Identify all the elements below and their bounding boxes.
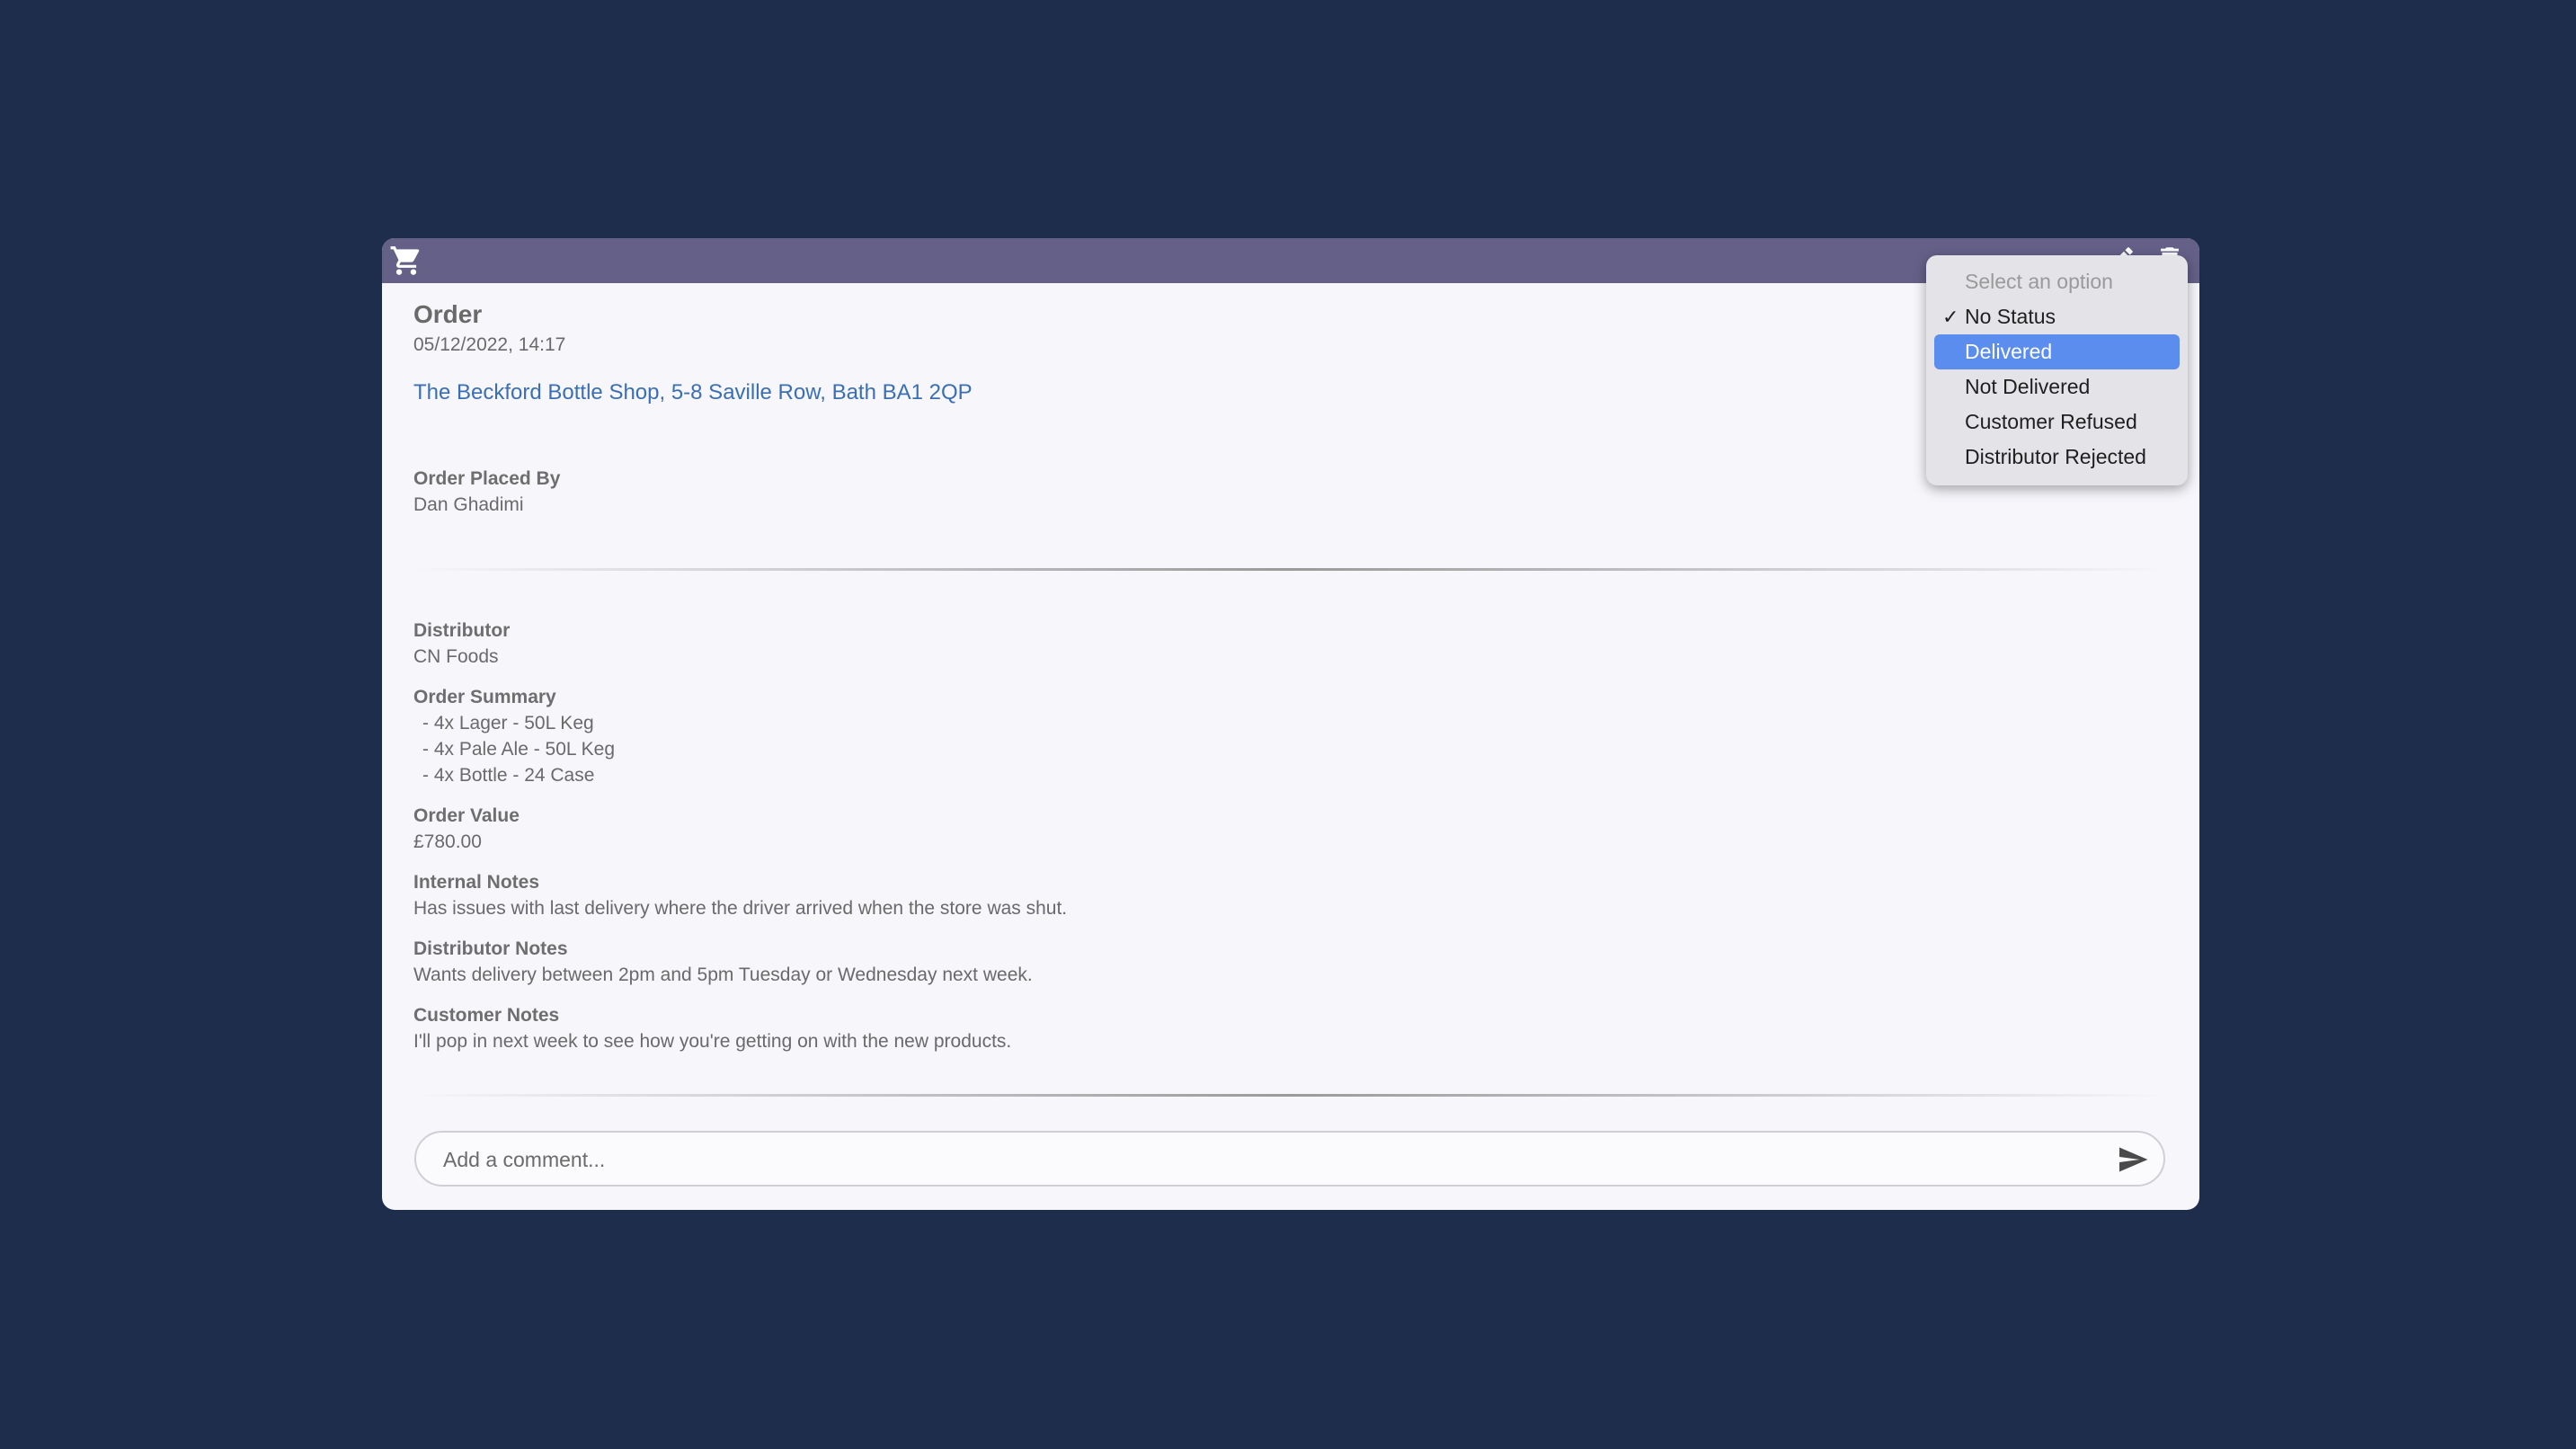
order-header-block: Order 05/12/2022, 14:17 [413, 299, 2166, 357]
order-summary-label: Order Summary [413, 687, 556, 707]
order-value-field: Order Value £780.00 [413, 804, 2166, 855]
internal-notes-field: Internal Notes Has issues with last deli… [413, 870, 2166, 921]
status-option-customer-refused[interactable]: Customer Refused [1934, 404, 2180, 440]
order-value-label: Order Value [413, 805, 520, 826]
order-summary-item: - 4x Lager - 50L Keg [422, 713, 594, 733]
customer-notes-label: Customer Notes [413, 1005, 560, 1026]
internal-notes-label: Internal Notes [413, 872, 540, 893]
distributor-notes-label: Distributor Notes [413, 938, 568, 959]
comment-input[interactable] [441, 1143, 2063, 1176]
distributor-notes-value: Wants delivery between 2pm and 5pm Tuesd… [413, 965, 1033, 985]
distributor-label: Distributor [413, 620, 511, 641]
customer-notes-field: Customer Notes I'll pop in next week to … [413, 1003, 2166, 1054]
divider [413, 1094, 2166, 1097]
placed-by-value: Dan Ghadimi [413, 494, 524, 515]
distributor-notes-field: Distributor Notes Wants delivery between… [413, 937, 2166, 988]
status-option-placeholder: Select an option [1965, 270, 2113, 293]
comment-bar [414, 1131, 2165, 1187]
status-option-distributor-rejected[interactable]: Distributor Rejected [1934, 440, 2180, 475]
status-option-no-status[interactable]: ✓ No Status [1934, 299, 2180, 334]
status-option-not-delivered[interactable]: Not Delivered [1934, 369, 2180, 404]
distributor-field: Distributor CN Foods [413, 618, 2166, 670]
order-details: Distributor CN Foods Order Summary - 4x … [413, 618, 2166, 1070]
internal-notes-value: Has issues with last delivery where the … [413, 898, 1068, 919]
order-summary-item: - 4x Bottle - 24 Case [422, 765, 595, 786]
placed-by-label: Order Placed By [413, 468, 561, 489]
status-dropdown-menu: Select an option ✓ No Status Delivered N… [1926, 255, 2188, 485]
order-placed-by: Order Placed By Dan Ghadimi [413, 467, 560, 518]
order-date: 05/12/2022, 14:17 [413, 334, 566, 355]
distributor-value: CN Foods [413, 646, 499, 667]
order-summary-field: Order Summary - 4x Lager - 50L Keg - 4x … [413, 685, 2166, 788]
divider [413, 568, 2166, 571]
order-value-amount: £780.00 [413, 831, 482, 852]
send-icon[interactable] [2115, 1143, 2151, 1176]
order-address-link[interactable]: The Beckford Bottle Shop, 5-8 Saville Ro… [413, 379, 973, 406]
page-title: Order [413, 300, 483, 328]
customer-notes-value: I'll pop in next week to see how you're … [413, 1031, 1012, 1052]
shopping-cart-icon[interactable] [389, 244, 423, 278]
status-option-label: No Status [1965, 305, 2056, 328]
status-option-delivered[interactable]: Delivered [1934, 334, 2180, 369]
order-summary-item: - 4x Pale Ale - 50L Keg [422, 739, 616, 760]
checkmark-icon: ✓ [1942, 306, 1959, 328]
